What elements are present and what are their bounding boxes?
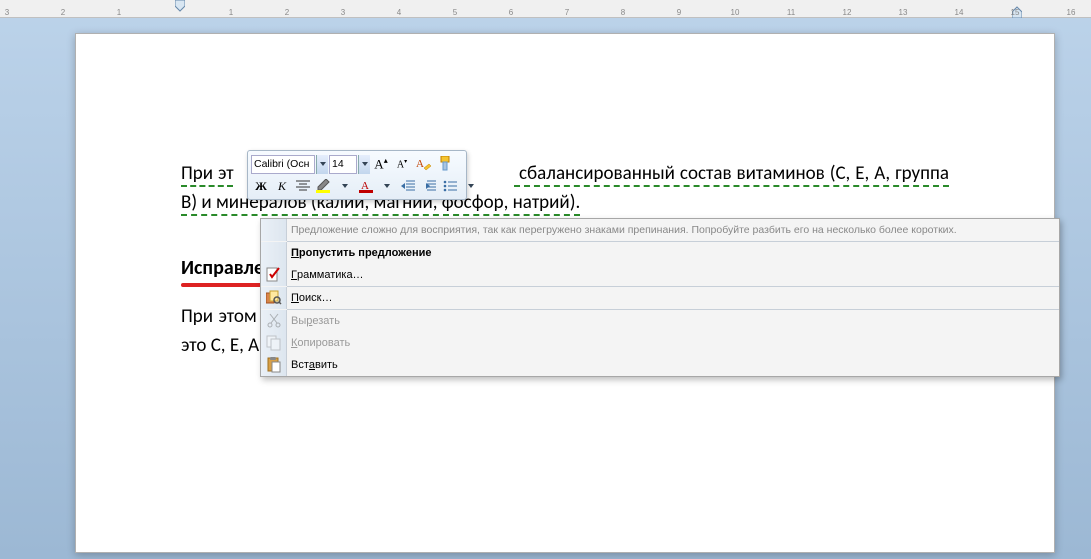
scissors-icon xyxy=(261,310,287,332)
paste-icon xyxy=(261,354,287,376)
grammar-suggestion-info: Предложение сложно для восприятия, так к… xyxy=(261,219,1059,241)
ruler-tick: 11 xyxy=(787,8,795,17)
ruler-tick: 2 xyxy=(61,8,65,17)
font-name-combo[interactable]: Calibri (Осн xyxy=(251,155,315,174)
ruler-tick: 5 xyxy=(453,8,457,17)
bullets-button[interactable] xyxy=(440,176,460,196)
increase-indent-button[interactable] xyxy=(419,176,439,196)
ruler-tick: 3 xyxy=(5,8,9,17)
font-size-combo[interactable]: 14 xyxy=(329,155,357,174)
font-color-button[interactable]: A xyxy=(356,176,376,196)
copy-item: Копировать xyxy=(261,332,1059,354)
bold-button[interactable]: Ж xyxy=(251,176,271,196)
horizontal-ruler[interactable]: 32112345678910111213141516 xyxy=(0,0,1091,18)
ruler-tick: 16 xyxy=(1067,8,1076,17)
bullets-arrow[interactable] xyxy=(461,176,481,196)
search-item[interactable]: Поиск… xyxy=(261,287,1059,309)
search-icon xyxy=(261,287,287,309)
ruler-tick: 14 xyxy=(955,8,964,17)
grammar-icon xyxy=(261,264,287,286)
highlight-button[interactable] xyxy=(314,176,334,196)
grammar-item[interactable]: Грамматика… xyxy=(261,264,1059,286)
ruler-tick: 15 xyxy=(1011,8,1020,17)
ruler-tick: 9 xyxy=(677,8,681,17)
ruler-tick: 1 xyxy=(117,8,121,17)
highlight-arrow[interactable] xyxy=(335,176,355,196)
format-painter-button[interactable] xyxy=(436,154,456,174)
align-center-button[interactable] xyxy=(293,176,313,196)
copy-icon xyxy=(261,332,287,354)
mini-toolbar: Calibri (Осн 14 A▴ A▾ A Ж К A xyxy=(247,150,467,200)
ruler-tick: 13 xyxy=(899,8,908,17)
menu-gutter xyxy=(261,242,287,264)
first-line-indent-marker[interactable] xyxy=(175,0,185,18)
font-color-arrow[interactable] xyxy=(377,176,397,196)
styles-button[interactable]: A xyxy=(413,154,435,174)
ruler-tick: 1 xyxy=(229,8,233,17)
grow-font-button[interactable]: A▴ xyxy=(371,154,391,174)
context-menu: Предложение сложно для восприятия, так к… xyxy=(260,218,1060,377)
cut-item: Выррезатьезать xyxy=(261,310,1059,332)
ruler-tick: 3 xyxy=(341,8,345,17)
ruler-tick: 8 xyxy=(621,8,625,17)
italic-button[interactable]: К xyxy=(272,176,292,196)
ruler-tick: 12 xyxy=(843,8,852,17)
grammar-underline[interactable]: При эт xyxy=(181,162,233,187)
decrease-indent-button[interactable] xyxy=(398,176,418,196)
skip-sentence-item[interactable]: Пропустить предложение xyxy=(261,242,1059,264)
ruler-tick: 4 xyxy=(397,8,401,17)
menu-gutter xyxy=(261,219,287,241)
paste-item[interactable]: Вставить xyxy=(261,354,1059,376)
ruler-tick: 10 xyxy=(731,8,740,17)
ruler-tick: 6 xyxy=(509,8,513,17)
font-name-arrow[interactable] xyxy=(316,155,328,174)
font-size-arrow[interactable] xyxy=(358,155,370,174)
ruler-tick: 2 xyxy=(285,8,289,17)
ruler-tick: 7 xyxy=(565,8,569,17)
svg-text:A: A xyxy=(416,158,424,170)
shrink-font-button[interactable]: A▾ xyxy=(392,154,412,174)
